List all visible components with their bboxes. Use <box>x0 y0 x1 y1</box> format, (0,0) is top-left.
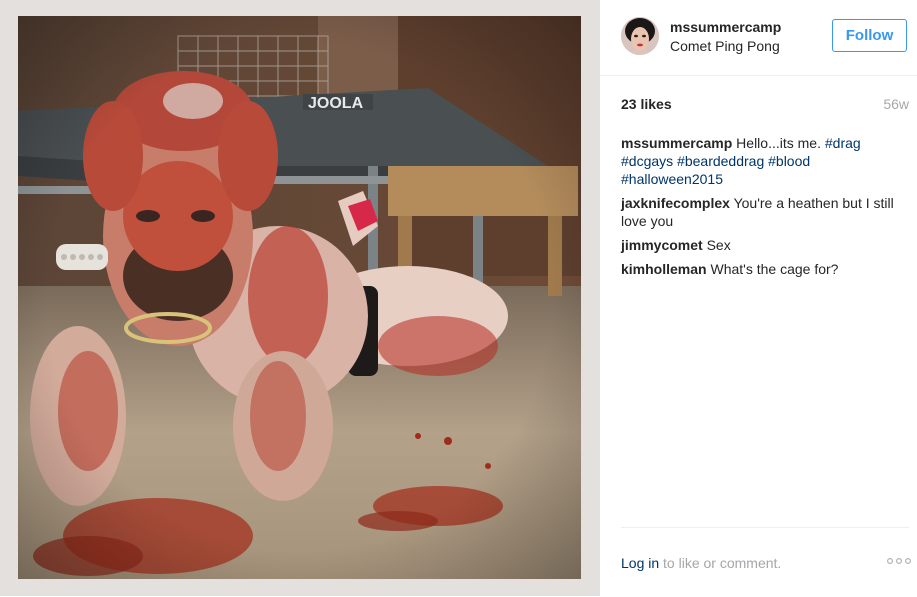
comment-text: What's the cage for? <box>710 261 839 277</box>
likes-count[interactable]: 23 likes <box>621 96 672 112</box>
login-prompt-text: to like or comment. <box>663 555 782 571</box>
login-prompt: Log in to like or comment. <box>621 555 781 571</box>
avatar-icon[interactable] <box>621 17 659 55</box>
hashtag-link[interactable]: #halloween2015 <box>621 171 723 187</box>
instagram-post: JOOLA <box>0 0 917 596</box>
author-username-link[interactable]: mssummercamp <box>670 19 781 35</box>
comment-author-link[interactable]: jimmycomet <box>621 237 703 253</box>
hashtag-link[interactable]: #dcgays <box>621 153 673 169</box>
photo-panel: JOOLA <box>0 0 600 596</box>
caption-author-link[interactable]: mssummercamp <box>621 135 732 151</box>
comment-list: mssummercamp Hello...its me. #drag #dcga… <box>621 134 911 284</box>
comment-author-link[interactable]: jaxknifecomplex <box>621 195 730 211</box>
post-age[interactable]: 56w <box>883 96 909 112</box>
caption: mssummercamp Hello...its me. #drag #dcga… <box>621 134 911 188</box>
comment-author-link[interactable]: kimholleman <box>621 261 707 277</box>
comment-item: kimholleman What's the cage for? <box>621 260 911 278</box>
post-photo[interactable]: JOOLA <box>18 16 581 579</box>
hashtag-link[interactable]: #drag <box>825 135 861 151</box>
comment-text: Sex <box>706 237 731 253</box>
comment-item: jimmycomet Sex <box>621 236 911 254</box>
comment-item: jaxknifecomplex You're a heathen but I s… <box>621 194 911 230</box>
post-stats: 23 likes 56w <box>621 96 909 116</box>
login-link[interactable]: Log in <box>621 555 659 571</box>
follow-button[interactable]: Follow <box>832 19 907 52</box>
location-link[interactable]: Comet Ping Pong <box>670 38 780 54</box>
hashtag-link[interactable]: #blood <box>768 153 810 169</box>
post-header: mssummercamp Comet Ping Pong Follow <box>600 0 917 76</box>
more-options-icon[interactable] <box>886 556 912 572</box>
hashtag-link[interactable]: #beardeddrag <box>677 153 764 169</box>
post-details-panel: mssummercamp Comet Ping Pong Follow 23 l… <box>600 0 917 596</box>
post-photo-image: JOOLA <box>18 16 581 579</box>
caption-text: Hello...its me. <box>736 135 821 151</box>
post-footer: Log in to like or comment. <box>621 527 912 597</box>
